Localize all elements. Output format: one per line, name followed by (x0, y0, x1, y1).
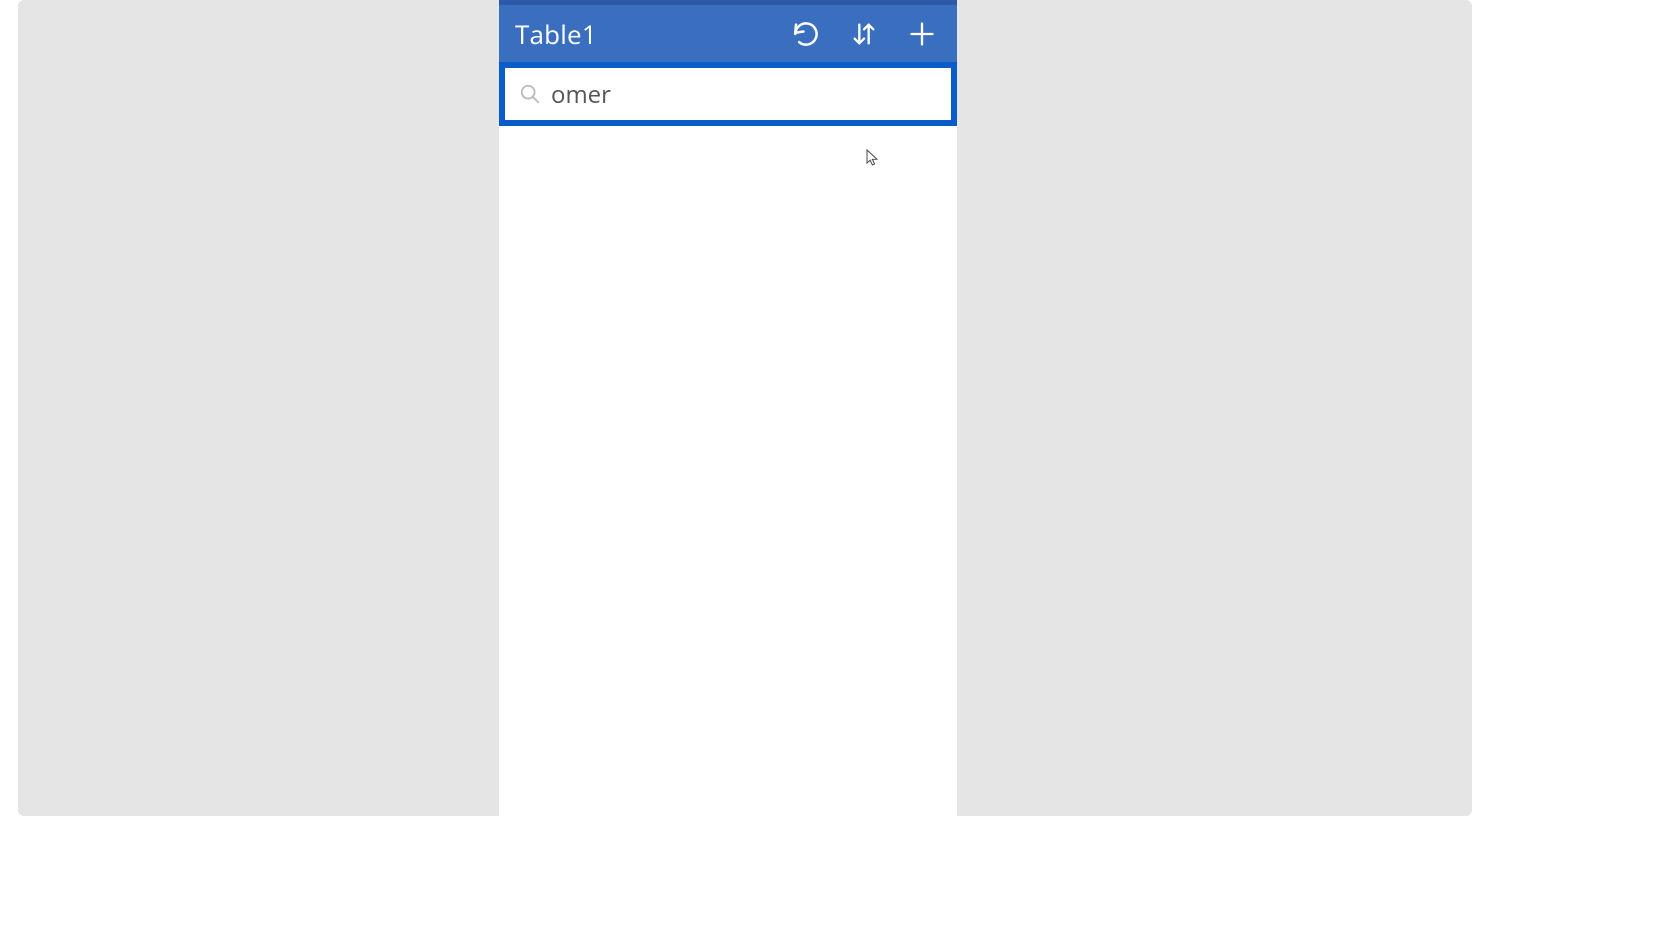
search-field[interactable] (505, 68, 951, 120)
refresh-button[interactable] (777, 5, 835, 62)
add-button[interactable] (893, 5, 951, 62)
results-area (499, 126, 957, 826)
sort-icon (850, 19, 878, 49)
screen-title: Table1 (515, 16, 777, 52)
app-panel: Table1 (499, 0, 957, 826)
search-icon (515, 83, 545, 105)
sort-button[interactable] (835, 5, 893, 62)
refresh-icon (791, 19, 821, 49)
plus-icon (908, 20, 936, 48)
search-input[interactable] (551, 78, 941, 111)
search-field-focus-ring (499, 62, 957, 126)
title-bar: Table1 (499, 0, 957, 62)
